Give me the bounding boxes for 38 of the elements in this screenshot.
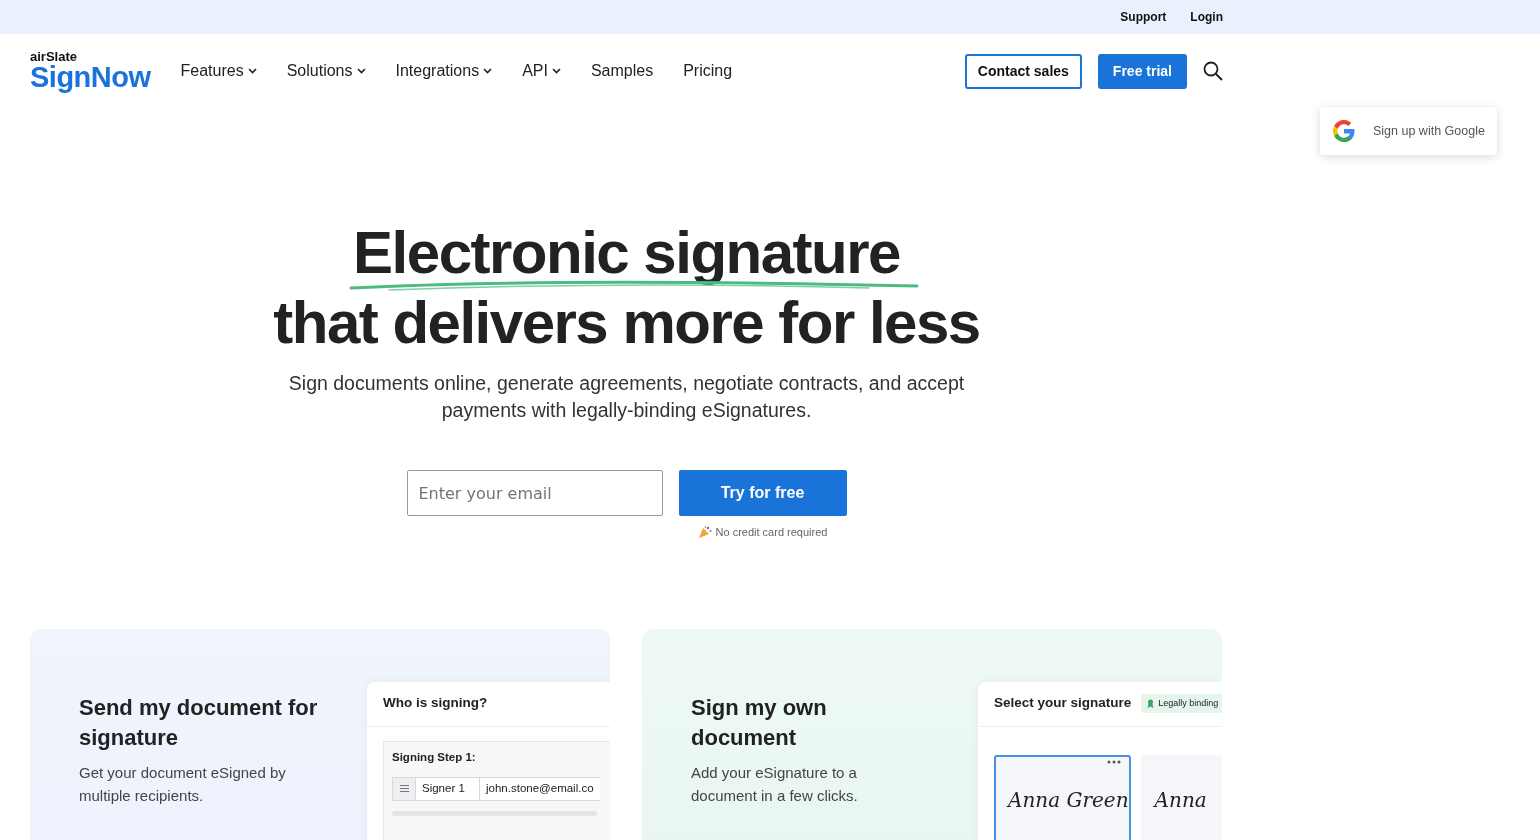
legal-badge: Legally binding <box>1141 693 1222 714</box>
nav-link[interactable]: Samples <box>590 59 654 83</box>
signer-field[interactable]: Signer 1 <box>416 776 480 801</box>
nav-link[interactable]: Solutions <box>286 59 366 83</box>
google-g-icon <box>1331 118 1357 144</box>
top-link[interactable]: Login <box>1190 8 1223 26</box>
party-popper-icon <box>697 525 712 540</box>
no-card-note: No credit card required <box>715 525 828 540</box>
try-button[interactable]: Try for free <box>678 470 847 516</box>
contact-button[interactable]: Contact sales <box>964 53 1082 89</box>
ribbon-icon <box>1147 699 1155 708</box>
hero-heading: that delivers more for less <box>273 288 980 358</box>
card-title: Sign my own document <box>691 693 828 752</box>
email-field[interactable]: Enter your email <box>406 470 663 516</box>
panel-heading: Who is signing? <box>383 694 488 713</box>
hero-heading: Electronic signature <box>353 218 900 288</box>
panel-heading: Select your signature <box>994 694 1132 713</box>
card-description: Add your eSignature to a document in a few clicks. <box>691 762 859 806</box>
trial-button[interactable]: Free trial <box>1097 53 1187 89</box>
signature-option[interactable]: Anna <box>1140 754 1222 840</box>
drag-handle-icon <box>399 785 409 793</box>
nav-link[interactable]: Integrations <box>395 59 493 83</box>
logo-caption: airSlate <box>30 50 78 63</box>
card-title: Send my document for signature <box>79 693 319 752</box>
nav-link[interactable]: Features <box>180 59 257 83</box>
hero-subtitle: Sign documents online, generate agreements, negotiate contracts, and accept payments with legally-binding eSignatures. <box>287 371 966 423</box>
top-link[interactable]: Support <box>1120 8 1167 26</box>
card-description: Get your document eSigned by multiple recipients. <box>79 762 287 806</box>
signature-option[interactable]: Anna Green <box>994 754 1131 840</box>
nav-link[interactable]: Pricing <box>683 59 733 83</box>
feature-card[interactable]: Sign my own document Add your eSignature to a document in a few clicks. Select your signature Legally binding Anna Green Anna <box>642 628 1222 840</box>
google-signup-popup[interactable]: Sign up with Google <box>1320 107 1497 155</box>
more-icon <box>1106 759 1121 764</box>
logo-wordmark[interactable]: SignNow <box>30 63 151 92</box>
nav-link[interactable]: API <box>522 59 561 83</box>
step-label: Signing Step 1: <box>391 749 477 765</box>
search-icon[interactable] <box>1203 61 1223 81</box>
email-field[interactable]: john.stone@email.co <box>480 776 600 801</box>
